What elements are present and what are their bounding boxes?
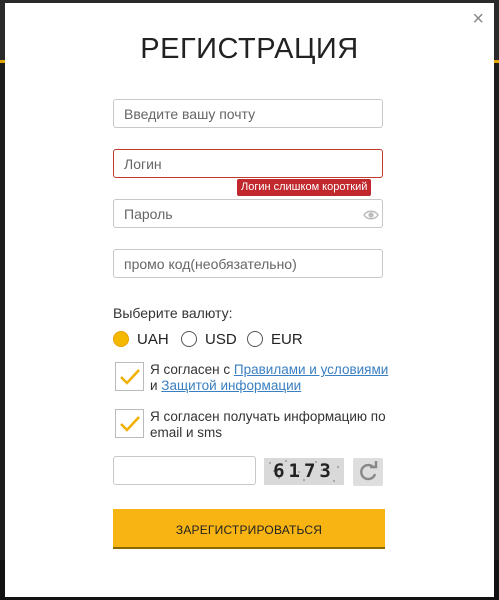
modal-title: РЕГИСТРАЦИЯ: [140, 33, 359, 65]
privacy-link[interactable]: Защитой информации: [161, 378, 301, 393]
currency-label: Выберите валюту:: [113, 305, 233, 321]
terms-checkbox[interactable]: [115, 362, 144, 391]
captcha-code: 6173: [273, 460, 335, 482]
email-input[interactable]: [113, 99, 383, 128]
promo-code-input[interactable]: [113, 249, 383, 278]
terms-prefix: Я согласен с: [150, 362, 234, 377]
currency-option-label: EUR: [271, 330, 303, 348]
captcha-input[interactable]: [113, 456, 256, 485]
login-error-tooltip: Логин слишком короткий: [237, 179, 372, 196]
currency-option-eur[interactable]: EUR: [247, 329, 303, 349]
radio-button[interactable]: [247, 331, 263, 347]
currency-option-label: USD: [205, 330, 237, 348]
password-input[interactable]: [113, 199, 383, 228]
terms-text: Я согласен с Правилами и условиями и Защ…: [150, 362, 390, 394]
eye-icon[interactable]: [363, 207, 379, 223]
rules-link[interactable]: Правилами и условиями: [234, 362, 388, 377]
refresh-captcha-button[interactable]: [353, 458, 383, 486]
close-icon[interactable]: ×: [472, 9, 484, 29]
currency-option-uah[interactable]: UAH: [113, 329, 169, 349]
register-button[interactable]: ЗАРЕГИСТРИРОВАТЬСЯ: [113, 509, 385, 549]
checkmark-icon: [120, 369, 140, 385]
refresh-icon: [360, 461, 378, 481]
captcha-image: 6173: [264, 458, 344, 485]
radio-button[interactable]: [113, 331, 129, 347]
radio-button[interactable]: [181, 331, 197, 347]
newsletter-text: Я согласен получать информацию по email …: [150, 409, 386, 440]
currency-option-usd[interactable]: USD: [181, 329, 237, 349]
currency-option-label: UAH: [137, 330, 169, 348]
checkmark-icon: [120, 416, 140, 432]
newsletter-checkbox[interactable]: [115, 409, 144, 438]
registration-modal: × РЕГИСТРАЦИЯ Логин слишком короткий Выб…: [5, 3, 494, 597]
terms-middle: и: [150, 378, 162, 393]
login-input[interactable]: [113, 149, 383, 178]
